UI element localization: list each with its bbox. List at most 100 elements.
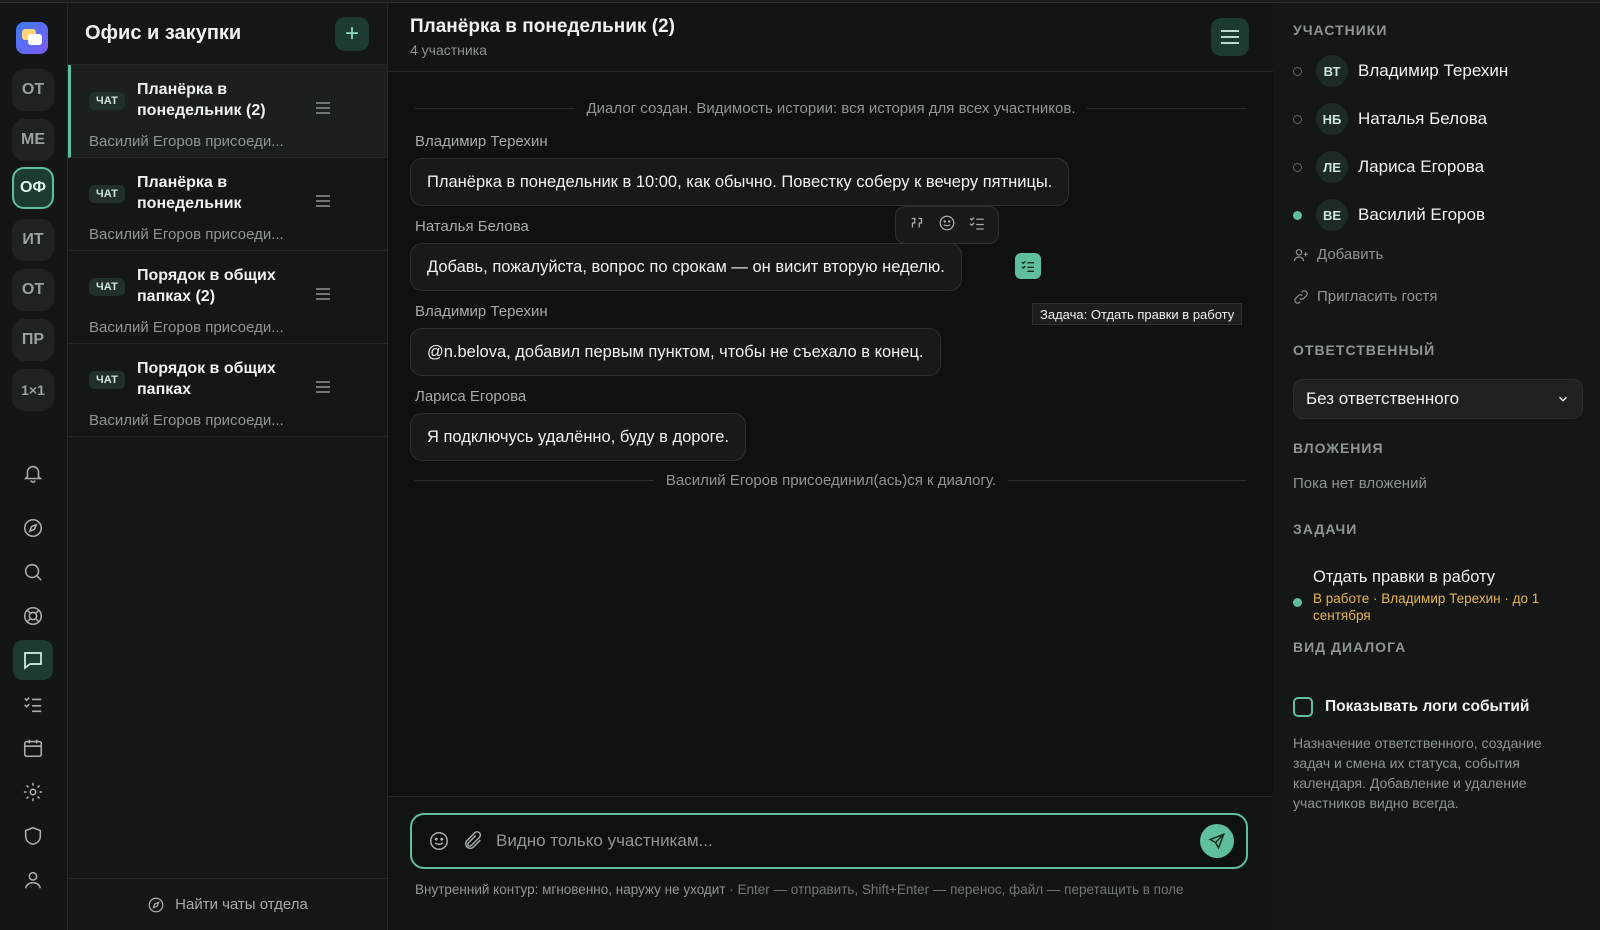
chat-list-header: Офис и закупки + xyxy=(68,3,387,65)
task-item[interactable]: Отдать правки в работу В работе · Владим… xyxy=(1293,568,1583,624)
member-name: Наталья Белова xyxy=(1358,109,1488,128)
presence-indicator xyxy=(1293,162,1302,172)
message-input[interactable] xyxy=(496,831,1188,851)
tasks-heading: ЗАДАЧИ xyxy=(1293,521,1358,537)
member-row[interactable]: НБ Наталья Белова xyxy=(1293,101,1487,137)
space-ot-2[interactable]: ОТ xyxy=(12,269,54,311)
member-row[interactable]: ВТ Владимир Терехин xyxy=(1293,53,1508,89)
task-meta: В работе · Владимир Терехин · до 1 сентя… xyxy=(1313,591,1540,623)
chat-list-item[interactable]: ЧАТ Планёрка в понедельник (2) Василий Е… xyxy=(68,65,387,158)
emoji-icon[interactable] xyxy=(938,214,956,237)
presence-indicator xyxy=(1293,210,1302,220)
menu-icon xyxy=(1221,30,1239,44)
chat-type-badge: ЧАТ xyxy=(89,371,125,389)
compass-icon xyxy=(148,897,164,912)
chat-bubbles-icon xyxy=(22,29,42,45)
space-ot-1[interactable]: ОТ xyxy=(12,69,54,111)
logs-note: Назначение ответственного, создание зада… xyxy=(1293,735,1542,811)
tasks-icon[interactable] xyxy=(18,689,48,719)
space-of[interactable]: ОФ xyxy=(12,167,54,209)
checkbox-box[interactable] xyxy=(1293,697,1313,717)
view-heading: ВИД ДИАЛОГА xyxy=(1293,639,1407,655)
chat-item-title: Планёрка в понедельник xyxy=(137,174,242,212)
member-name: Владимир Терехин xyxy=(1358,61,1509,80)
member-name: Лариса Егорова xyxy=(1358,157,1485,176)
system-message: Диалог создан. Видимость истории: вся ис… xyxy=(415,100,1247,117)
message-actions xyxy=(895,206,999,244)
menu-icon[interactable] xyxy=(315,380,331,399)
attachments-heading: ВЛОЖЕНИЯ xyxy=(1293,440,1384,456)
composer-area: Внутренний контур: мгновенно, наружу не … xyxy=(388,796,1273,930)
task-marker-icon[interactable] xyxy=(1015,253,1041,279)
lifebuoy-icon[interactable] xyxy=(18,601,48,631)
chat-menu-button[interactable] xyxy=(1211,18,1249,56)
invite-guest-label: Пригласить гостя xyxy=(1317,288,1438,305)
show-logs-checkbox[interactable]: Показывать логи событий xyxy=(1293,697,1529,717)
department-title: Офис и закупки xyxy=(85,22,242,44)
add-member-label: Добавить xyxy=(1317,246,1384,263)
new-chat-button[interactable]: + xyxy=(335,16,369,51)
menu-icon[interactable] xyxy=(315,287,331,306)
message-author: Владимир Терехин xyxy=(415,133,548,150)
system-message-text: Василий Егоров присоединил(ась)ся к диал… xyxy=(665,472,997,489)
compass-icon[interactable] xyxy=(18,513,48,543)
gear-icon[interactable] xyxy=(18,777,48,807)
plus-icon: + xyxy=(344,19,359,47)
chat-item-title: Порядок в общих папках (2) xyxy=(137,267,276,305)
message-bubble[interactable]: Планёрка в понедельник в 10:00, как обыч… xyxy=(410,158,1070,206)
message-bubble[interactable]: Добавь, пожалуйста, вопрос по срокам — о… xyxy=(410,243,962,291)
show-logs-label: Показывать логи событий xyxy=(1325,698,1530,715)
add-member-button[interactable]: Добавить xyxy=(1293,246,1383,263)
space-me[interactable]: МЕ xyxy=(12,119,54,161)
find-chats-button[interactable]: Найти чаты отдела xyxy=(68,878,387,930)
space-it[interactable]: ИТ xyxy=(12,219,54,261)
send-button[interactable] xyxy=(1200,824,1234,858)
chat-item-preview: Василий Егоров присоеди... xyxy=(89,226,284,243)
chat-icon[interactable] xyxy=(13,640,53,680)
attach-icon[interactable] xyxy=(462,830,484,852)
chat-list-item[interactable]: ЧАТ Порядок в общих папках Василий Егоро… xyxy=(68,344,387,437)
chat-list-panel: Офис и закупки + ЧАТ Планёрка в понедель… xyxy=(68,3,388,930)
search-icon[interactable] xyxy=(18,557,48,587)
menu-icon[interactable] xyxy=(315,101,331,120)
space-pr[interactable]: ПР xyxy=(12,319,54,361)
avatar: ВЕ xyxy=(1316,199,1348,231)
responsible-select[interactable]: Без ответственного xyxy=(1293,379,1583,419)
create-task-icon[interactable] xyxy=(968,214,986,237)
add-user-icon xyxy=(1293,248,1308,261)
message-bubble[interactable]: @n.belova, добавил первым пунктом, чтобы… xyxy=(410,328,941,376)
menu-icon[interactable] xyxy=(315,194,331,213)
message-author: Наталья Белова xyxy=(415,218,529,235)
avatar: ВТ xyxy=(1316,55,1348,87)
presence-indicator xyxy=(1293,66,1302,76)
invite-guest-button[interactable]: Пригласить гостя xyxy=(1293,288,1437,305)
chat-list-item[interactable]: ЧАТ Порядок в общих папках (2) Василий Е… xyxy=(68,251,387,344)
user-icon[interactable] xyxy=(18,865,48,895)
emoji-icon[interactable] xyxy=(428,830,450,852)
chat-item-title: Порядок в общих папках xyxy=(137,360,276,398)
chat-item-preview: Василий Егоров присоеди... xyxy=(89,319,284,336)
member-name: Василий Егоров xyxy=(1358,205,1485,224)
presence-indicator xyxy=(1293,114,1302,124)
message-author: Лариса Егорова xyxy=(415,388,527,405)
avatar: ЛЕ xyxy=(1316,151,1348,183)
bell-icon[interactable] xyxy=(18,458,48,488)
chat-header: Планёрка в понедельник (2) 4 участника xyxy=(388,3,1273,72)
member-row[interactable]: ВЕ Василий Егоров xyxy=(1293,197,1485,233)
chat-list-item[interactable]: ЧАТ Планёрка в понедельник Василий Егоро… xyxy=(68,158,387,251)
participant-count: 4 участника xyxy=(410,42,487,58)
shield-icon[interactable] xyxy=(18,821,48,851)
composer-hint: Внутренний контур: мгновенно, наружу не … xyxy=(415,881,1215,898)
app-logo[interactable] xyxy=(16,22,48,54)
send-icon xyxy=(1208,832,1226,850)
members-heading: УЧАСТНИКИ xyxy=(1293,22,1388,38)
member-row[interactable]: ЛЕ Лариса Егорова xyxy=(1293,149,1484,185)
space-one-on-one[interactable]: 1×1 xyxy=(12,369,54,411)
calendar-icon[interactable] xyxy=(18,733,48,763)
chevron-down-icon xyxy=(1559,396,1567,402)
quote-icon[interactable] xyxy=(908,214,926,237)
chat-type-badge: ЧАТ xyxy=(89,92,125,110)
chat-type-badge: ЧАТ xyxy=(89,278,125,296)
message-bubble[interactable]: Я подключусь удалённо, буду в дороге. xyxy=(410,413,747,461)
responsible-value: Без ответственного xyxy=(1306,389,1460,408)
